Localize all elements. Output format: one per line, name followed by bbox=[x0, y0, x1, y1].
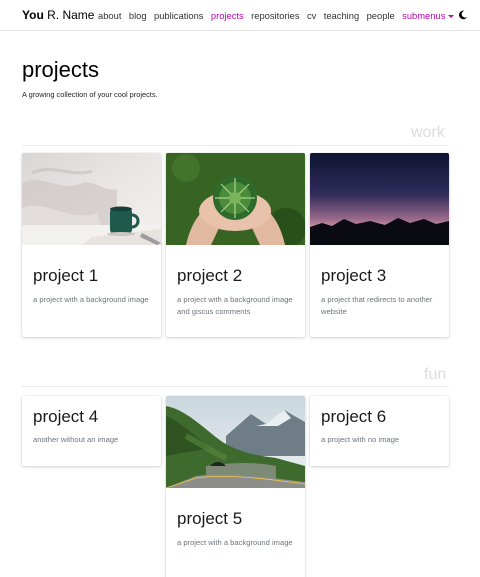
mountain-road-tunnel-photo bbox=[166, 396, 305, 488]
category-label-fun[interactable]: fun bbox=[424, 366, 446, 384]
project-card-4[interactable]: project 4 another without an image bbox=[22, 396, 161, 466]
nav-repositories[interactable]: repositories bbox=[251, 10, 299, 21]
project-description: a project with a background image bbox=[33, 295, 149, 304]
mug-on-bed-photo bbox=[22, 153, 161, 245]
moon-icon[interactable] bbox=[458, 10, 468, 20]
project-title: project 2 bbox=[177, 266, 243, 285]
project-title: project 3 bbox=[321, 266, 387, 285]
navbar: You R. Name about blog publications proj… bbox=[0, 0, 480, 31]
nav-teaching[interactable]: teaching bbox=[324, 10, 359, 21]
caret-down-icon bbox=[448, 15, 455, 19]
project-description: a project that redirects to another webs… bbox=[321, 295, 433, 316]
nav-blog[interactable]: blog bbox=[129, 10, 147, 21]
brand-last-name: R. Name bbox=[47, 8, 95, 22]
category-divider bbox=[22, 145, 449, 146]
page-description: A growing collection of your cool projec… bbox=[22, 90, 158, 99]
project-card-1[interactable]: project 1 a project with a background im… bbox=[22, 153, 161, 337]
project-title: project 5 bbox=[177, 509, 243, 528]
project-title: project 1 bbox=[33, 266, 99, 285]
nav-publications[interactable]: publications bbox=[154, 10, 204, 21]
nav-submenus-dropdown[interactable]: submenus bbox=[402, 10, 455, 21]
site-brand[interactable]: You R. Name bbox=[22, 8, 94, 22]
page-title: projects bbox=[22, 57, 100, 82]
category-divider bbox=[22, 386, 449, 387]
hands-holding-plant-photo bbox=[166, 153, 305, 245]
project-card-3[interactable]: project 3 a project that redirects to an… bbox=[310, 153, 449, 337]
project-description: another without an image bbox=[33, 435, 119, 444]
project-description: a project with a background image bbox=[177, 538, 293, 547]
nav-cv[interactable]: cv bbox=[307, 10, 316, 21]
nav-links: about blog publications projects reposit… bbox=[98, 10, 455, 21]
mountain-sunset-photo bbox=[310, 153, 449, 245]
project-card-2[interactable]: project 2 a project with a background im… bbox=[166, 153, 305, 337]
brand-first-name: You bbox=[22, 8, 44, 22]
nav-people[interactable]: people bbox=[367, 10, 395, 21]
nav-projects[interactable]: projects bbox=[211, 10, 244, 21]
nav-about[interactable]: about bbox=[98, 10, 121, 21]
project-title: project 4 bbox=[33, 407, 99, 426]
project-card-5[interactable]: project 5 a project with a background im… bbox=[166, 396, 305, 577]
project-description: a project with no image bbox=[321, 435, 400, 444]
project-title: project 6 bbox=[321, 407, 387, 426]
category-label-work[interactable]: work bbox=[411, 124, 445, 142]
project-card-6[interactable]: project 6 a project with no image bbox=[310, 396, 449, 466]
submenus-label: submenus bbox=[402, 10, 446, 21]
project-description: a project with a background image and gi… bbox=[177, 295, 293, 316]
